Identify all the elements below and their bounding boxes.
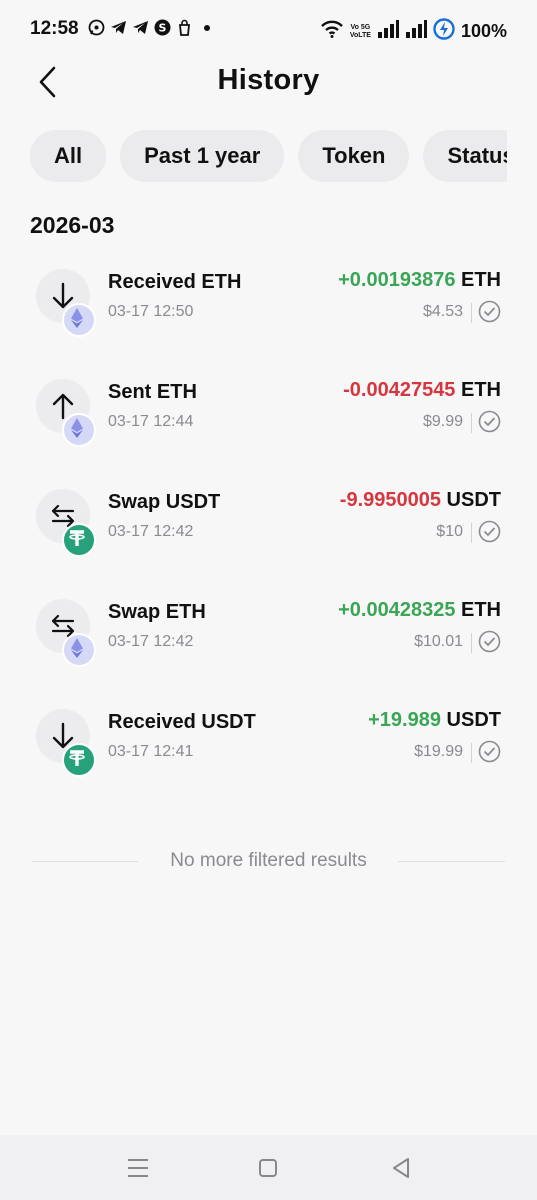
- dot-icon: [198, 19, 215, 36]
- amount-unit: USDT: [446, 489, 501, 511]
- transaction-title: Received ETH: [108, 271, 242, 293]
- fiat-value: $10: [436, 523, 463, 540]
- transaction-row[interactable]: Received ETH 03-17 12:50 +0.00193876 ETH…: [0, 269, 537, 359]
- filter-chip-all[interactable]: All: [30, 130, 107, 182]
- bag-icon: [176, 19, 193, 36]
- filter-bar: AllPast 1 yearTokenStatus: [30, 130, 507, 182]
- transaction-time: 03-17 12:44: [108, 413, 194, 430]
- amount-unit: ETH: [461, 379, 501, 401]
- usdt-token-icon: [62, 743, 96, 777]
- eth-token-icon: [62, 413, 96, 447]
- back-nav-button[interactable]: [386, 1155, 416, 1181]
- filter-chip-token[interactable]: Token: [298, 130, 410, 182]
- divider: [471, 413, 472, 433]
- square-icon: [259, 1159, 277, 1177]
- amount-unit: ETH: [461, 599, 501, 621]
- home-button[interactable]: [253, 1155, 283, 1181]
- amount-unit: USDT: [446, 709, 501, 731]
- status-check-icon: [478, 740, 501, 763]
- whatsapp-icon: [88, 19, 105, 36]
- transaction-amount: -0.00427545 ETH: [343, 379, 501, 402]
- transaction-title: Swap USDT: [108, 491, 221, 513]
- divider: [471, 633, 472, 653]
- transaction-time: 03-17 12:50: [108, 303, 194, 320]
- amount-value: -9.9950005: [339, 489, 441, 511]
- recents-button[interactable]: [123, 1155, 153, 1181]
- transaction-time: 03-17 12:42: [108, 633, 194, 650]
- telegram-icon: [132, 19, 149, 36]
- transaction-time: 03-17 12:42: [108, 523, 194, 540]
- fiat-value: $19.99: [414, 743, 463, 760]
- divider: [471, 523, 472, 543]
- transaction-title: Swap ETH: [108, 601, 206, 623]
- status-right: Vo 5G VoLTE 100%: [320, 18, 507, 45]
- eth-token-icon: [62, 633, 96, 667]
- status-check-icon: [478, 520, 501, 543]
- network-label-bottom: VoLTE: [349, 31, 371, 39]
- status-check-icon: [478, 410, 501, 433]
- transaction-time: 03-17 12:41: [108, 743, 194, 760]
- status-time: 12:58: [30, 18, 79, 39]
- divider-right: [398, 861, 505, 862]
- transaction-amount: +0.00193876 ETH: [338, 269, 501, 292]
- menu-icon: [128, 1159, 148, 1177]
- transaction-icon: [36, 379, 96, 447]
- battery-saver-icon: [433, 18, 455, 45]
- page-title: History: [217, 64, 320, 96]
- transaction-icon: [36, 599, 96, 667]
- transaction-row[interactable]: Received USDT 03-17 12:41 +19.989 USDT $…: [0, 709, 537, 799]
- status-bar: 12:58 S Vo 5G VoLTE 100%: [0, 0, 537, 62]
- transaction-amount: +19.989 USDT: [368, 709, 501, 732]
- wifi-icon: [320, 20, 344, 43]
- transaction-icon: [36, 269, 96, 337]
- transaction-row[interactable]: Swap USDT 03-17 12:42 -9.9950005 USDT $1…: [0, 489, 537, 579]
- telegram-icon: [110, 19, 127, 36]
- fiat-value: $4.53: [422, 303, 463, 320]
- month-header: 2026-03: [30, 212, 115, 238]
- notification-icons: S: [88, 19, 215, 36]
- s-app-icon: S: [154, 19, 171, 36]
- system-nav-bar: [0, 1135, 537, 1200]
- amount-value: -0.00427545: [343, 379, 456, 401]
- transaction-icon: [36, 489, 96, 557]
- eth-token-icon: [62, 303, 96, 337]
- transaction-amount: -9.9950005 USDT: [340, 489, 501, 512]
- triangle-back-icon: [393, 1158, 409, 1178]
- fiat-value: $9.99: [422, 413, 463, 430]
- transaction-row[interactable]: Swap ETH 03-17 12:42 +0.00428325 ETH $10…: [0, 599, 537, 689]
- filter-chip-status[interactable]: Status: [423, 130, 507, 182]
- signal-icon: [405, 20, 427, 43]
- filter-chip-time-range[interactable]: Past 1 year: [120, 130, 285, 182]
- transaction-icon: [36, 709, 96, 777]
- usdt-token-icon: [62, 523, 96, 557]
- network-type: Vo 5G VoLTE: [350, 24, 371, 40]
- transaction-title: Sent ETH: [108, 381, 197, 403]
- svg-text:S: S: [159, 22, 167, 35]
- amount-value: +0.00193876: [338, 269, 456, 291]
- transaction-title: Received USDT: [108, 711, 256, 733]
- signal-icon: [377, 20, 399, 43]
- divider: [471, 303, 472, 323]
- transaction-row[interactable]: Sent ETH 03-17 12:44 -0.00427545 ETH $9.…: [0, 379, 537, 469]
- amount-value: +0.00428325: [338, 599, 456, 621]
- transaction-amount: +0.00428325 ETH: [338, 599, 501, 622]
- amount-value: +19.989: [368, 709, 441, 731]
- status-check-icon: [478, 300, 501, 323]
- divider: [471, 743, 472, 763]
- status-check-icon: [478, 630, 501, 653]
- battery-level: 100%: [460, 21, 507, 41]
- network-label-top: Vo 5G: [350, 23, 371, 31]
- amount-unit: ETH: [461, 269, 501, 291]
- fiat-value: $10.01: [414, 633, 463, 650]
